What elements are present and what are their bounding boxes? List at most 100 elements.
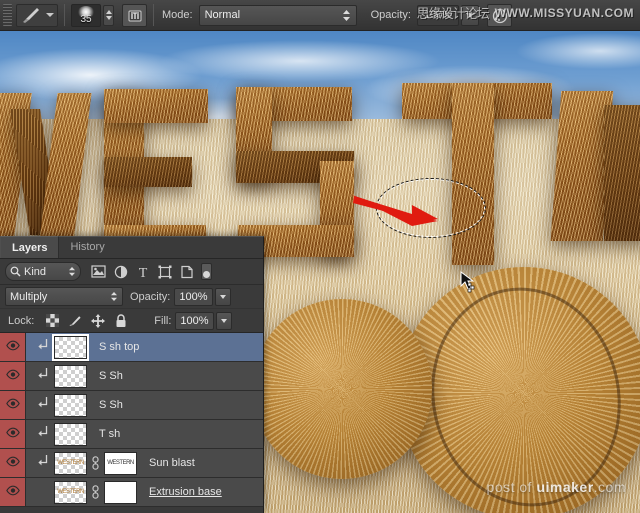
layer-row[interactable]: S Sh [0, 362, 263, 391]
chevron-down-icon[interactable] [46, 13, 54, 17]
layer-blend-mode-select[interactable]: Multiply [5, 287, 123, 306]
layer-visibility-toggle[interactable] [0, 391, 26, 419]
options-bar: 35 Mode: Normal Opacity: 100% [0, 0, 640, 31]
clipping-mask-arrow-icon [38, 339, 49, 355]
layer-visibility-eye-icon [6, 456, 20, 470]
filter-enable-toggle[interactable] [201, 263, 212, 280]
chevron-down-icon [221, 319, 227, 323]
layer-name[interactable]: S sh top [99, 341, 139, 353]
layer-opacity-dropdown-button[interactable] [215, 288, 231, 306]
red-arrow-annotation [352, 192, 440, 226]
layer-visibility-toggle[interactable] [0, 449, 26, 477]
tab-history-label: History [70, 241, 104, 253]
opacity-label: Opacity: [371, 9, 411, 21]
lock-row: Lock: [0, 309, 263, 333]
mask-link-icon[interactable] [89, 456, 102, 470]
tab-history[interactable]: History [59, 236, 115, 258]
layer-opacity-input[interactable]: 100% [174, 288, 212, 306]
layer-thumbnail[interactable] [54, 365, 87, 388]
blend-mode-row: Multiply Opacity: 100% [0, 285, 263, 309]
mask-link-icon[interactable] [89, 485, 102, 499]
layer-row[interactable]: S sh top [0, 333, 263, 362]
stepper-updown-icon [342, 9, 351, 22]
filter-type-layers-icon[interactable]: T [135, 264, 150, 280]
lock-image-pixels-icon[interactable] [68, 314, 82, 328]
layer-visibility-eye-icon [6, 369, 20, 383]
layer-thumbnail[interactable]: WESTERN [54, 452, 87, 475]
tab-layers[interactable]: Layers [0, 236, 59, 258]
layer-visibility-toggle[interactable] [0, 362, 26, 390]
layer-name[interactable]: Extrusion base [149, 486, 222, 498]
filter-kind-select[interactable]: Kind [5, 262, 81, 281]
layer-visibility-toggle[interactable] [0, 478, 26, 506]
watermark-url: WWW.MISSYUAN.COM [495, 6, 634, 20]
layer-name[interactable]: T sh [99, 428, 120, 440]
options-bar-grip[interactable] [3, 4, 12, 26]
layer-thumbnail[interactable] [54, 394, 87, 417]
tablet-pressure-button[interactable] [122, 4, 147, 27]
layer-mask-thumbnail[interactable]: WESTERN [104, 452, 137, 475]
layer-visibility-eye-icon [6, 427, 20, 441]
lock-buttons [45, 314, 128, 328]
stepper-updown-icon [68, 266, 76, 277]
clipping-mask-indicator [32, 397, 54, 413]
fill-label: Fill: [154, 315, 171, 327]
layer-row[interactable]: WESTERN WESTERN Sun blast [0, 449, 263, 478]
clipping-mask-arrow-icon [38, 397, 49, 413]
blend-mode-select[interactable]: Normal [199, 5, 357, 26]
lock-all-icon[interactable] [114, 314, 128, 328]
options-separator-1 [64, 4, 65, 26]
layer-visibility-eye-icon [6, 485, 20, 499]
stepper-updown-icon [110, 291, 118, 302]
layer-name[interactable]: S Sh [99, 370, 123, 382]
clipping-mask-indicator [32, 339, 54, 355]
filter-smart-object-icon[interactable] [179, 264, 194, 280]
brush-size-preview[interactable]: 35 [71, 4, 101, 27]
brush-size-value: 35 [80, 15, 91, 26]
layer-visibility-toggle[interactable] [0, 333, 26, 361]
panel-tab-bar: Layers History [0, 237, 263, 259]
layer-opacity-label: Opacity: [130, 291, 170, 303]
layer-row[interactable]: S Sh [0, 391, 263, 420]
brush-tool-preset-picker[interactable] [16, 4, 58, 27]
clipping-mask-arrow-icon [38, 426, 49, 442]
layer-visibility-eye-icon [6, 340, 20, 354]
clipping-mask-indicator [32, 368, 54, 384]
fill-dropdown-button[interactable] [216, 312, 232, 330]
layer-list[interactable]: S sh top S Sh S Sh T sh WESTERN WESTERN Sun bl… [0, 333, 263, 513]
clipping-mask-indicator [32, 455, 54, 471]
layer-row[interactable]: T sh [0, 420, 263, 449]
chevron-down-icon [466, 13, 474, 18]
filter-adjustment-layers-icon[interactable] [113, 264, 128, 280]
airbrush-button[interactable] [487, 4, 512, 27]
layer-visibility-eye-icon [6, 398, 20, 412]
opacity-input[interactable]: 100% [417, 5, 459, 26]
layer-thumbnail[interactable] [54, 423, 87, 446]
opacity-dropdown-button[interactable] [461, 5, 479, 26]
search-icon [10, 266, 21, 277]
lock-position-icon[interactable] [91, 314, 105, 328]
clipping-mask-arrow-icon [38, 455, 49, 471]
tab-layers-label: Layers [12, 242, 47, 254]
clipping-mask-indicator [32, 426, 54, 442]
hay-bale-small [252, 299, 432, 479]
brush-preset-stepper[interactable] [103, 5, 114, 26]
lasso-cursor [459, 271, 479, 293]
brush-tool-icon [20, 5, 42, 25]
fill-input[interactable]: 100% [175, 312, 213, 330]
mode-label: Mode: [162, 9, 193, 21]
tablet-pressure-icon [127, 7, 143, 23]
filter-shape-layers-icon[interactable] [157, 264, 172, 280]
filter-pixel-layers-icon[interactable] [91, 264, 106, 280]
layer-visibility-toggle[interactable] [0, 420, 26, 448]
lock-transparent-pixels-icon[interactable] [45, 314, 59, 328]
layer-mask-thumbnail[interactable] [104, 481, 137, 504]
svg-text:T: T [138, 266, 147, 279]
airbrush-icon [491, 7, 508, 24]
layer-name[interactable]: Sun blast [149, 457, 195, 469]
layer-name[interactable]: S Sh [99, 399, 123, 411]
layer-thumbnail[interactable]: WESTERN [54, 481, 87, 504]
layer-thumbnail[interactable] [54, 336, 87, 359]
layer-row[interactable]: WESTERN Extrusion base [0, 478, 263, 507]
chevron-down-icon [220, 295, 226, 299]
